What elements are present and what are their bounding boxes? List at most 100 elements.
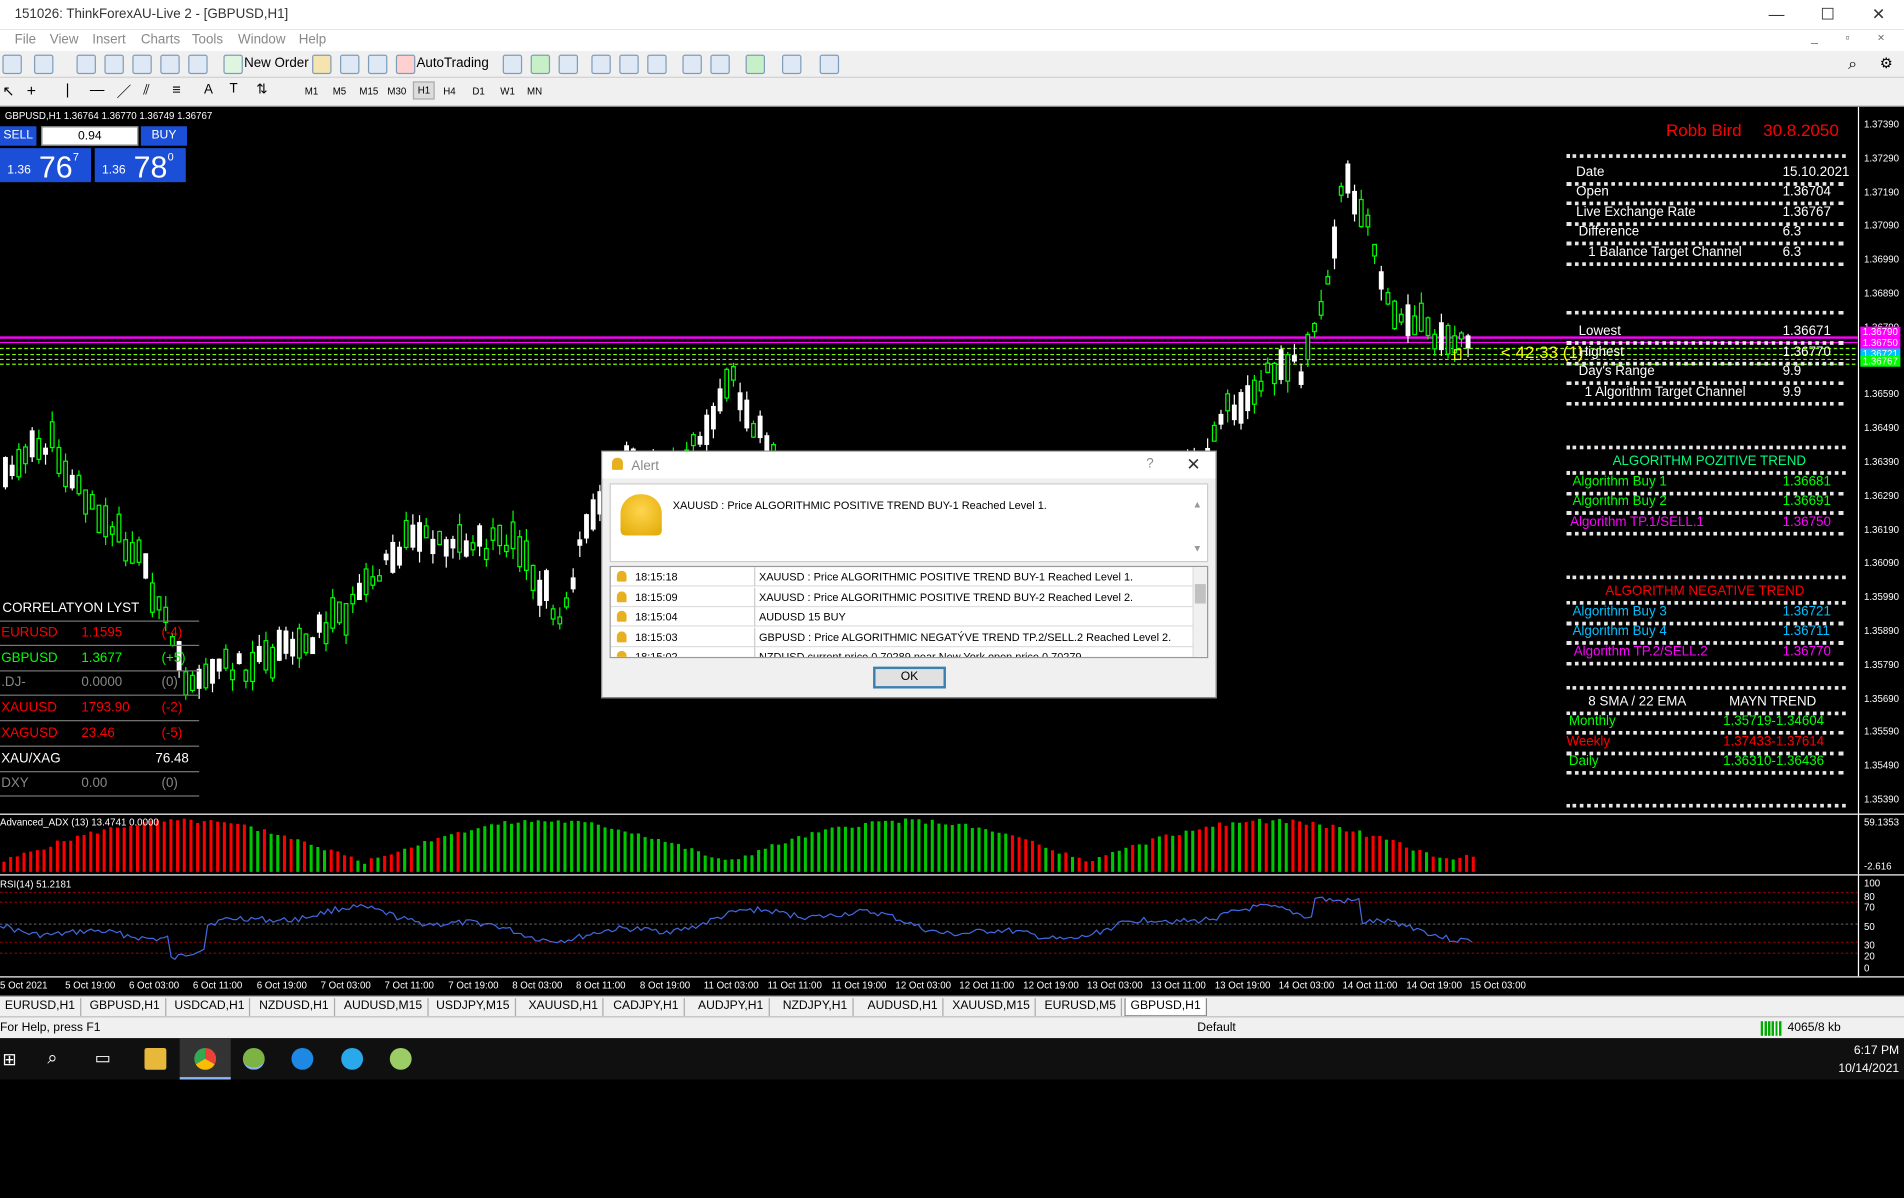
autotrading-icon[interactable] <box>395 54 416 75</box>
bid-price[interactable]: 1.36 76 7 <box>0 148 92 185</box>
menu-window[interactable]: Window <box>238 33 286 48</box>
chart-tab[interactable]: AUDJPY,H1 <box>693 998 770 1017</box>
profiles-icon[interactable] <box>34 54 54 75</box>
timeframe-w1[interactable]: W1 <box>497 84 519 100</box>
chart-tab[interactable]: EURUSD,M5 <box>1040 998 1123 1017</box>
chart-tab[interactable]: GBPUSD,H1 <box>1124 998 1207 1017</box>
timeframe-mn[interactable]: MN <box>523 84 545 100</box>
autotrading-button[interactable]: AutoTrading <box>417 56 489 71</box>
minimize-button[interactable]: — <box>1751 0 1802 29</box>
chart-tab[interactable]: AUDUSD,H1 <box>863 998 944 1017</box>
text-icon[interactable]: A <box>204 83 213 98</box>
search-icon[interactable]: ⌕ <box>47 1048 57 1069</box>
new-chart-icon[interactable] <box>2 54 22 75</box>
timeframe-m1[interactable]: M1 <box>301 84 322 100</box>
chart-tab[interactable]: XAUUSD,H1 <box>524 998 605 1017</box>
menu-tools[interactable]: Tools <box>192 33 223 48</box>
bar-chart-icon[interactable] <box>502 54 523 75</box>
menu-help[interactable]: Help <box>299 33 326 48</box>
market-watch-icon[interactable] <box>76 54 96 75</box>
timeframe-m15[interactable]: M15 <box>356 84 382 100</box>
ok-button[interactable]: OK <box>873 666 946 689</box>
vertical-line-icon[interactable]: | <box>66 81 70 98</box>
list-scrollbar[interactable] <box>1192 567 1208 657</box>
text-label-icon[interactable]: T <box>230 81 238 96</box>
mdi-controls-icon[interactable]: _ ▫ × <box>1811 32 1897 45</box>
lot-size-input[interactable]: 0.94 <box>41 126 139 146</box>
buy-button[interactable]: BUY <box>140 126 188 146</box>
arrows-icon[interactable]: ⇅ <box>256 81 267 98</box>
system-clock[interactable]: 6:17 PM 10/14/2021 <box>1838 1042 1899 1078</box>
scroll-down-icon[interactable]: ▼ <box>1193 543 1203 554</box>
zoom-in-icon[interactable] <box>591 54 611 75</box>
templates-icon[interactable] <box>819 54 840 75</box>
alert-history-row[interactable]: 18:15:18 XAUUSD : Price ALGORITHMIC POSIT… <box>610 567 1194 587</box>
timeframe-h1[interactable]: H1 <box>412 81 436 100</box>
search-icon[interactable]: ⌕ <box>1848 55 1857 74</box>
channel-icon[interactable]: ⫽ <box>143 81 150 99</box>
alert-history-row[interactable]: 18:15:09 XAUUSD : Price ALGORITHMIC POSIT… <box>610 587 1194 607</box>
ask-price[interactable]: 1.36 78 0 <box>94 148 186 185</box>
community-icon[interactable]: ⚙ <box>1880 55 1893 72</box>
chart-tab[interactable]: USDJPY,M15 <box>431 998 516 1017</box>
alert-history-list[interactable]: 18:15:18 XAUUSD : Price ALGORITHMIC POSIT… <box>609 565 1209 659</box>
menu-insert[interactable]: Insert <box>92 33 125 48</box>
menu-view[interactable]: View <box>50 33 79 48</box>
timeframe-d1[interactable]: D1 <box>469 84 489 100</box>
periods-icon[interactable] <box>782 54 802 75</box>
strategy-tester-icon[interactable] <box>188 54 208 75</box>
indicators-icon[interactable] <box>745 54 766 75</box>
chart-tab[interactable]: AUDUSD,M15 <box>339 998 429 1017</box>
app-icon[interactable] <box>291 1047 314 1070</box>
chrome-task[interactable] <box>179 1038 231 1080</box>
maximize-button[interactable]: ☐ <box>1802 0 1853 29</box>
file-explorer-icon[interactable] <box>144 1047 167 1070</box>
market-icon[interactable] <box>367 54 388 75</box>
crosshair-icon[interactable]: + <box>27 81 36 99</box>
chart-tab[interactable]: EURUSD,H1 <box>0 998 82 1017</box>
trendline-icon[interactable]: ／ <box>117 81 132 102</box>
new-order-button[interactable]: New Order <box>244 56 309 71</box>
task-view-icon[interactable]: ▭ <box>95 1048 111 1069</box>
terminal-icon[interactable] <box>160 54 180 75</box>
metatrader-icon[interactable] <box>242 1047 265 1070</box>
alert-history-row[interactable]: 18:15:03 GBPUSD : Price ALGORITHMIC NEGAT… <box>610 627 1194 647</box>
close-button[interactable]: ✕ <box>1853 0 1904 29</box>
alert-help-button[interactable]: ? <box>1146 457 1153 472</box>
fibonacci-icon[interactable]: ≡ <box>172 81 181 98</box>
chart-tab[interactable]: NZDUSD,H1 <box>254 998 335 1017</box>
chart-tab[interactable]: GBPUSD,H1 <box>85 998 166 1017</box>
menu-charts[interactable]: Charts <box>141 33 180 48</box>
timeframe-h4[interactable]: H4 <box>440 84 460 100</box>
alert-close-button[interactable]: ✕ <box>1186 454 1200 475</box>
cursor-icon[interactable]: ↖ <box>2 83 14 100</box>
metaeditor-icon[interactable] <box>312 54 332 75</box>
windows-start-icon[interactable]: ⊞ <box>2 1049 16 1070</box>
autoscroll-icon[interactable] <box>682 54 702 75</box>
scroll-up-icon[interactable]: ▲ <box>1193 499 1203 510</box>
zoom-out-icon[interactable] <box>619 54 639 75</box>
timeframe-m5[interactable]: M5 <box>329 84 350 100</box>
new-order-icon[interactable] <box>223 54 243 75</box>
timeframe-m30[interactable]: M30 <box>384 84 410 100</box>
chart-tab[interactable]: USDCAD,H1 <box>170 998 251 1017</box>
alert-history-row[interactable]: 18:15:04 AUDUSD 15 BUY <box>610 607 1194 627</box>
tile-windows-icon[interactable] <box>647 54 667 75</box>
metatrader2-icon[interactable] <box>389 1047 412 1070</box>
adx-indicator-window[interactable]: Advanced_ADX (13) 13.4741 0.0000 <box>0 813 1858 875</box>
candlesticks-icon[interactable] <box>530 54 551 75</box>
scrollbar-thumb[interactable] <box>1194 584 1206 604</box>
alert-history-row[interactable]: 18:15:02 NZDUSD current price 0.70289 nea… <box>611 647 1194 657</box>
line-chart-icon[interactable] <box>558 54 579 75</box>
rsi-indicator-window[interactable]: RSI(14) 51.2181 <box>0 874 1858 977</box>
chart-tab[interactable]: NZDJPY,H1 <box>778 998 854 1017</box>
telegram-icon[interactable] <box>341 1047 364 1070</box>
sell-button[interactable]: SELL <box>0 126 37 146</box>
data-window-icon[interactable] <box>104 54 124 75</box>
chart-tab[interactable]: CADJPY,H1 <box>608 998 685 1017</box>
horizontal-line-icon[interactable]: — <box>90 81 105 98</box>
menu-file[interactable]: File <box>15 33 37 48</box>
navigator-icon[interactable] <box>132 54 152 75</box>
signals-icon[interactable] <box>340 54 360 75</box>
chart-shift-icon[interactable] <box>710 54 730 75</box>
